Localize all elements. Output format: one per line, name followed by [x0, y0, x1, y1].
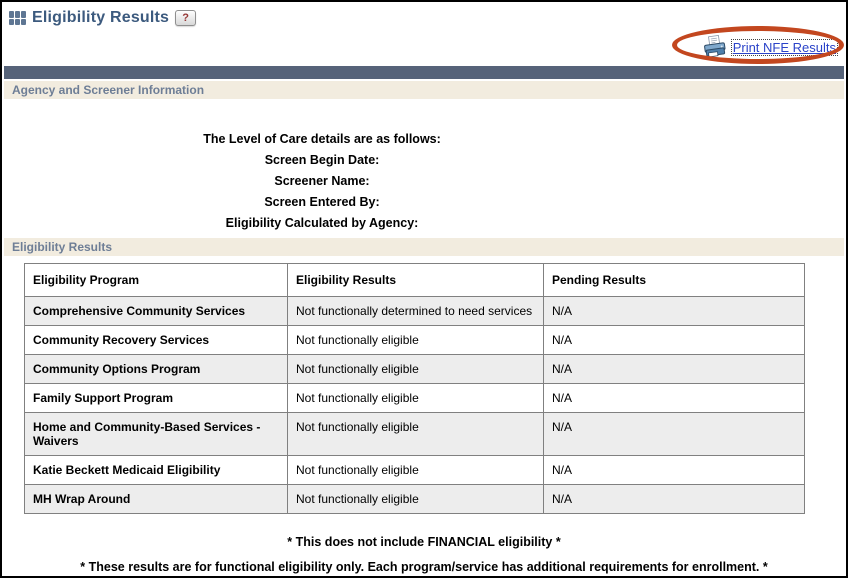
result-cell: Not functionally eligible — [288, 326, 544, 355]
result-cell: Not functionally eligible — [288, 384, 544, 413]
pending-cell: N/A — [544, 326, 805, 355]
footnote-functional: * These results are for functional eligi… — [2, 559, 846, 575]
program-cell: Home and Community-Based Services - Waiv… — [25, 413, 288, 456]
result-cell: Not functionally determined to need serv… — [288, 297, 544, 326]
divider-bar — [4, 66, 844, 79]
table-row: Home and Community-Based Services - Waiv… — [25, 413, 805, 456]
col-header-program: Eligibility Program — [25, 264, 288, 297]
program-cell: Community Recovery Services — [25, 326, 288, 355]
pending-cell: N/A — [544, 355, 805, 384]
help-icon[interactable]: ? — [175, 10, 196, 26]
col-header-pending: Pending Results — [544, 264, 805, 297]
info-label: Screen Begin Date: — [2, 150, 642, 171]
program-cell: Comprehensive Community Services — [25, 297, 288, 326]
table-row: Comprehensive Community ServicesNot func… — [25, 297, 805, 326]
table-row: MH Wrap AroundNot functionally eligibleN… — [25, 485, 805, 514]
result-cell: Not functionally eligible — [288, 456, 544, 485]
pending-cell: N/A — [544, 297, 805, 326]
program-cell: Family Support Program — [25, 384, 288, 413]
info-label: The Level of Care details are as follows… — [2, 129, 642, 150]
footnotes: * This does not include FINANCIAL eligib… — [2, 534, 846, 575]
result-cell: Not functionally eligible — [288, 485, 544, 514]
program-cell: MH Wrap Around — [25, 485, 288, 514]
page-title: Eligibility Results — [32, 9, 169, 27]
program-cell: Community Options Program — [25, 355, 288, 384]
table-row: Katie Beckett Medicaid EligibilityNot fu… — [25, 456, 805, 485]
info-label: Screen Entered By: — [2, 192, 642, 213]
pending-cell: N/A — [544, 384, 805, 413]
info-label: Eligibility Calculated by Agency: — [2, 213, 642, 234]
print-nfe-results-link[interactable]: Print NFE Results — [731, 39, 838, 56]
col-header-results: Eligibility Results — [288, 264, 544, 297]
page-header: Eligibility Results ? — [2, 2, 846, 66]
title-row: Eligibility Results ? — [9, 9, 196, 27]
table-header-row: Eligibility Program Eligibility Results … — [25, 264, 805, 297]
footnote-financial: * This does not include FINANCIAL eligib… — [2, 534, 846, 550]
result-cell: Not functionally eligible — [288, 413, 544, 456]
table-row: Family Support ProgramNot functionally e… — [25, 384, 805, 413]
table-row: Community Recovery ServicesNot functiona… — [25, 326, 805, 355]
eligibility-results-page: Eligibility Results ? — [0, 0, 848, 578]
print-area: Print NFE Results — [702, 35, 838, 59]
info-label: Screener Name: — [2, 171, 642, 192]
program-cell: Katie Beckett Medicaid Eligibility — [25, 456, 288, 485]
table-row: Community Options ProgramNot functionall… — [25, 355, 805, 384]
printer-icon[interactable] — [702, 35, 728, 59]
pending-cell: N/A — [544, 456, 805, 485]
section-header-agency: Agency and Screener Information — [4, 81, 844, 99]
eligibility-results-table: Eligibility Program Eligibility Results … — [24, 263, 805, 514]
pending-cell: N/A — [544, 485, 805, 514]
section-header-results: Eligibility Results — [4, 238, 844, 256]
pending-cell: N/A — [544, 413, 805, 456]
result-cell: Not functionally eligible — [288, 355, 544, 384]
level-of-care-details: The Level of Care details are as follows… — [2, 99, 642, 236]
grid-icon — [9, 11, 26, 25]
